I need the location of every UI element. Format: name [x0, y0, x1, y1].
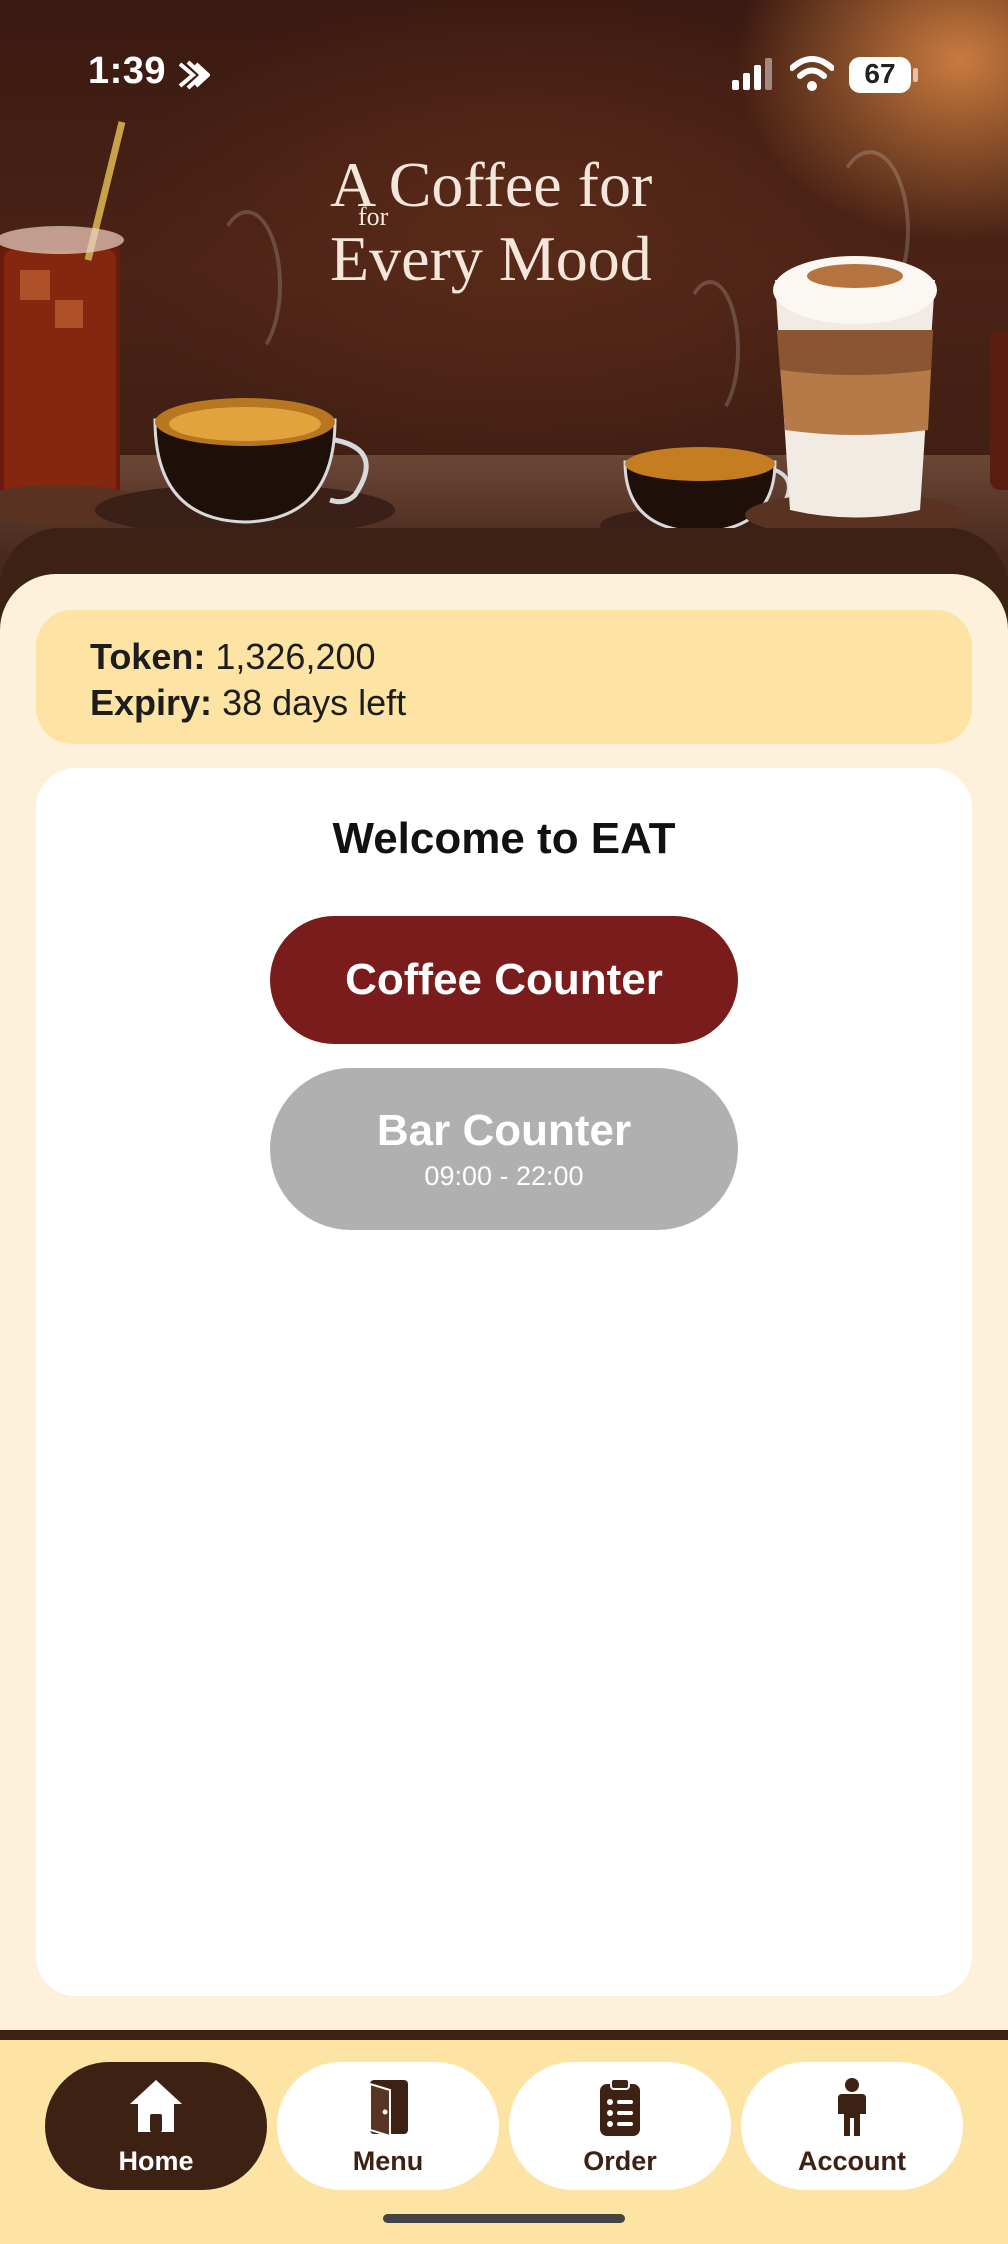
- coffee-counter-label: Coffee Counter: [345, 955, 663, 1004]
- battery-level: 67: [864, 58, 896, 89]
- expiry-value: 38 days left: [222, 682, 407, 723]
- hero-title: A Coffee for for Every Mood: [330, 148, 710, 296]
- nav-label-home: Home: [118, 2145, 194, 2176]
- nav-label-order: Order: [583, 2145, 657, 2176]
- coffee-counter-button[interactable]: Coffee Counter: [270, 916, 738, 1044]
- clipboard-icon: [600, 2077, 640, 2136]
- hero-title-line-2: Every Mood: [330, 223, 652, 294]
- signal-icon: [730, 56, 776, 97]
- book-icon: [369, 2079, 408, 2137]
- bar-counter-button[interactable]: Bar Counter 09:00 - 22:00: [270, 1068, 738, 1230]
- nav-label-account: Account: [798, 2145, 906, 2176]
- nav-item-order[interactable]: Order: [509, 2062, 731, 2190]
- main-card: Welcome to EAT Coffee Counter Bar Counte…: [36, 768, 972, 1996]
- expiry-row: Expiry: 38 days left: [90, 680, 918, 726]
- token-value: 1,326,200: [215, 636, 376, 677]
- battery-icon: 67: [848, 56, 920, 99]
- nav-item-home[interactable]: Home: [45, 2062, 267, 2190]
- nav-divider: [0, 2030, 1008, 2040]
- expiry-label: Expiry:: [90, 682, 213, 723]
- hero-banner: A Coffee for for Every Mood 1:39 67: [0, 0, 1008, 600]
- wifi-icon: [789, 56, 835, 97]
- nav-item-menu[interactable]: Menu: [277, 2062, 499, 2190]
- nav-label-menu: Menu: [352, 2145, 424, 2176]
- status-time: 1:39: [88, 50, 167, 92]
- welcome-title: Welcome to EAT: [332, 814, 676, 863]
- hero-title-for: for: [358, 202, 389, 231]
- person-icon: [838, 2077, 866, 2136]
- token-label: Token:: [90, 636, 206, 677]
- notification-icon: [176, 58, 211, 97]
- home-icon: [130, 2079, 182, 2132]
- bar-counter-hours: 09:00 - 22:00: [424, 1161, 584, 1191]
- home-indicator: [383, 2214, 625, 2223]
- status-bar: 1:39 67: [0, 0, 1008, 150]
- token-row: Token: 1,326,200: [90, 634, 918, 680]
- token-card: Token: 1,326,200 Expiry: 38 days left: [36, 610, 972, 744]
- home-screen: A Coffee for for Every Mood 1:39 67 Toke…: [0, 0, 1008, 2244]
- nav-item-account[interactable]: Account: [741, 2062, 963, 2190]
- bar-counter-label: Bar Counter: [376, 1106, 632, 1155]
